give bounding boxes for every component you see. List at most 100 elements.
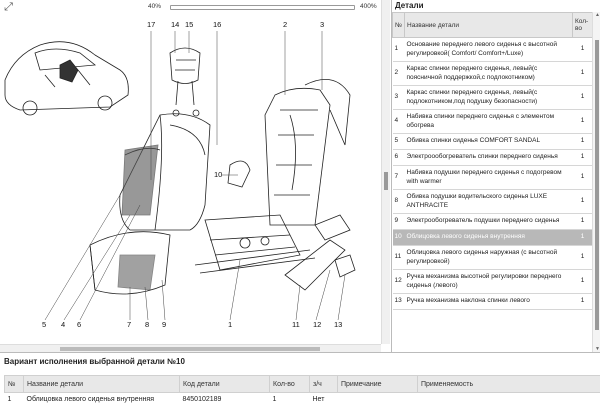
- side-trim: [227, 160, 356, 291]
- callout-11[interactable]: 11: [292, 320, 300, 329]
- parts-row[interactable]: 8 Обивка подушки водительского сиденья LU…: [392, 189, 593, 214]
- callout-3[interactable]: 3: [320, 20, 324, 29]
- seat-back-cover: [119, 113, 211, 231]
- parts-row[interactable]: 3 Каркас спинки переднего сиденья, левый(…: [392, 85, 593, 110]
- callout-4[interactable]: 4: [61, 320, 65, 329]
- parts-row[interactable]: 12 Ручка механизма высотной регулировки п…: [392, 269, 593, 294]
- seat-exploded-diagram[interactable]: 17 14 15 16 2 3 10 5 4 6 7 8 9 1 11 12 1…: [0, 15, 381, 344]
- variant-col-name[interactable]: Название детали: [23, 375, 180, 393]
- callout-17[interactable]: 17: [147, 20, 155, 29]
- parts-cell-num: 10: [392, 229, 405, 246]
- callout-6[interactable]: 6: [77, 320, 81, 329]
- callouts-bottom: 5 4 6 7 8 9 1 11 12 13: [42, 320, 342, 329]
- parts-cell-name: Набивка спинки переднего сиденья с элеме…: [404, 109, 573, 134]
- parts-cell-name: Облицовка левого сиденья внутренняя: [404, 229, 573, 246]
- parts-cell-qty: 1: [572, 61, 593, 86]
- parts-cell-num: 4: [392, 109, 405, 134]
- parts-panel-title: Детали: [392, 0, 600, 12]
- variant-title: Вариант исполнения выбранной детали №10: [4, 357, 185, 366]
- parts-cell-qty: 1: [572, 85, 593, 110]
- parts-cell-qty: 1: [572, 37, 593, 62]
- parts-scrollbar[interactable]: ▲ ▼: [592, 12, 600, 352]
- callout-9[interactable]: 9: [162, 320, 166, 329]
- diagram-vertical-scrollbar[interactable]: [381, 0, 390, 344]
- callout-15[interactable]: 15: [185, 20, 193, 29]
- parts-cell-qty: 1: [572, 269, 593, 294]
- callout-7[interactable]: 7: [127, 320, 131, 329]
- parts-cell-num: 11: [392, 245, 405, 270]
- parts-row[interactable]: 2 Каркас спинки переднего сиденья, левый(…: [392, 61, 593, 86]
- scroll-thumb[interactable]: [595, 40, 599, 330]
- zoom-slider[interactable]: [170, 5, 355, 10]
- col-num[interactable]: №: [392, 12, 405, 38]
- parts-cell-name: Обивка спинки сиденья COMFORT SANDAL: [404, 133, 573, 150]
- callout-16[interactable]: 16: [213, 20, 221, 29]
- parts-cell-name: Ручка механизма наклона спинки левого: [404, 293, 573, 310]
- parts-cell-name: Электрообогреватель подушки переднего си…: [404, 213, 573, 230]
- parts-row[interactable]: 5 Обивка спинки сиденья COMFORT SANDAL 1: [392, 133, 593, 150]
- parts-row[interactable]: 6 Электроообогреватель спинки переднего с…: [392, 149, 593, 166]
- callout-13[interactable]: 13: [334, 320, 342, 329]
- parts-table: № Название детали Кол-во 1 Основание пере…: [392, 12, 593, 310]
- variant-cell-note: [338, 393, 418, 407]
- callout-8[interactable]: 8: [145, 320, 149, 329]
- variant-cell-name: Облицовка левого сиденья внутренняя: [26, 396, 155, 404]
- diagram-horizontal-scrollbar[interactable]: [0, 344, 381, 352]
- zoom-max-label: 400%: [360, 3, 377, 10]
- variant-cell-num: 1: [7, 396, 12, 404]
- expand-icon[interactable]: ⤢: [2, 1, 15, 14]
- parts-row[interactable]: 10 Облицовка левого сиденья внутренняя 1: [392, 229, 593, 246]
- zoom-bar: ⤢ 40% 400%: [0, 0, 381, 15]
- col-name[interactable]: Название детали: [404, 12, 573, 38]
- diagram-pane[interactable]: ⤢ 40% 400% 17 14 15 16 2 3 10 5 4 6 7 8 …: [0, 0, 381, 344]
- variant-col-qty[interactable]: Кол-во: [269, 375, 310, 393]
- callout-10[interactable]: 10: [214, 170, 222, 179]
- variant-row[interactable]: 1 Облицовка левого сиденья внутренняя 8450…: [5, 393, 600, 407]
- scroll-thumb[interactable]: [384, 172, 388, 190]
- parts-cell-name: Электроообогреватель спинки переднего си…: [404, 149, 573, 166]
- parts-cell-qty: 1: [572, 149, 593, 166]
- callout-5[interactable]: 5: [42, 320, 46, 329]
- scroll-up-icon[interactable]: ▲: [593, 12, 600, 18]
- car-location-icon: [4, 41, 129, 116]
- parts-cell-name: Каркас спинки переднего сиденья, левый(с…: [404, 61, 573, 86]
- parts-row[interactable]: 4 Набивка спинки переднего сиденья с элем…: [392, 109, 593, 134]
- parts-cell-name: Обивка подушки водительского сиденья LUX…: [404, 189, 573, 214]
- parts-cell-num: 6: [392, 149, 405, 166]
- parts-row[interactable]: 9 Электрообогреватель подушки переднего с…: [392, 213, 593, 230]
- parts-cell-num: 8: [392, 189, 405, 214]
- parts-cell-name: Каркас спинки переднего сиденья, левый(с…: [404, 85, 573, 110]
- seat-cushion: [89, 231, 171, 295]
- parts-cell-name: Основание переднего левого сиденья с выс…: [404, 37, 573, 62]
- headrest: [169, 47, 201, 106]
- callout-2[interactable]: 2: [283, 20, 287, 29]
- scroll-thumb[interactable]: [60, 347, 320, 351]
- callout-1[interactable]: 1: [228, 320, 232, 329]
- variant-col-num[interactable]: №: [4, 375, 24, 393]
- variant-cell-qty: 1: [272, 396, 277, 404]
- parts-cell-qty: 1: [572, 133, 593, 150]
- parts-cell-name: Ручка механизма высотной регулировки пер…: [404, 269, 573, 294]
- callout-12[interactable]: 12: [313, 320, 321, 329]
- variant-col-unit[interactable]: з/ч: [309, 375, 338, 393]
- parts-row[interactable]: 11 Облицовка левого сиденья наружная (с в…: [392, 245, 593, 270]
- parts-row[interactable]: 1 Основание переднего левого сиденья с вы…: [392, 37, 593, 62]
- parts-cell-qty: 1: [572, 229, 593, 246]
- parts-cell-qty: 1: [572, 245, 593, 270]
- parts-cell-qty: 1: [572, 213, 593, 230]
- parts-cell-name: Облицовка левого сиденья наружная (с выс…: [404, 245, 573, 270]
- parts-cell-qty: 1: [572, 293, 593, 310]
- parts-cell-num: 9: [392, 213, 405, 230]
- variant-col-code[interactable]: Код детали: [179, 375, 270, 393]
- callout-14[interactable]: 14: [171, 20, 179, 29]
- seat-base: [194, 214, 316, 274]
- variant-col-applicability[interactable]: Применяемость: [417, 375, 600, 393]
- col-qty[interactable]: Кол-во: [572, 12, 593, 38]
- parts-row[interactable]: 13 Ручка механизма наклона спинки левого 1: [392, 293, 593, 310]
- parts-row[interactable]: 7 Набивка подушки переднего сиденья с под…: [392, 165, 593, 190]
- variant-panel: Вариант исполнения выбранной детали №10 …: [0, 352, 600, 411]
- parts-cell-num: 12: [392, 269, 405, 294]
- variant-col-note[interactable]: Примечание: [337, 375, 418, 393]
- zoom-min-label: 40%: [148, 3, 162, 10]
- variant-cell-applicability: [418, 393, 600, 407]
